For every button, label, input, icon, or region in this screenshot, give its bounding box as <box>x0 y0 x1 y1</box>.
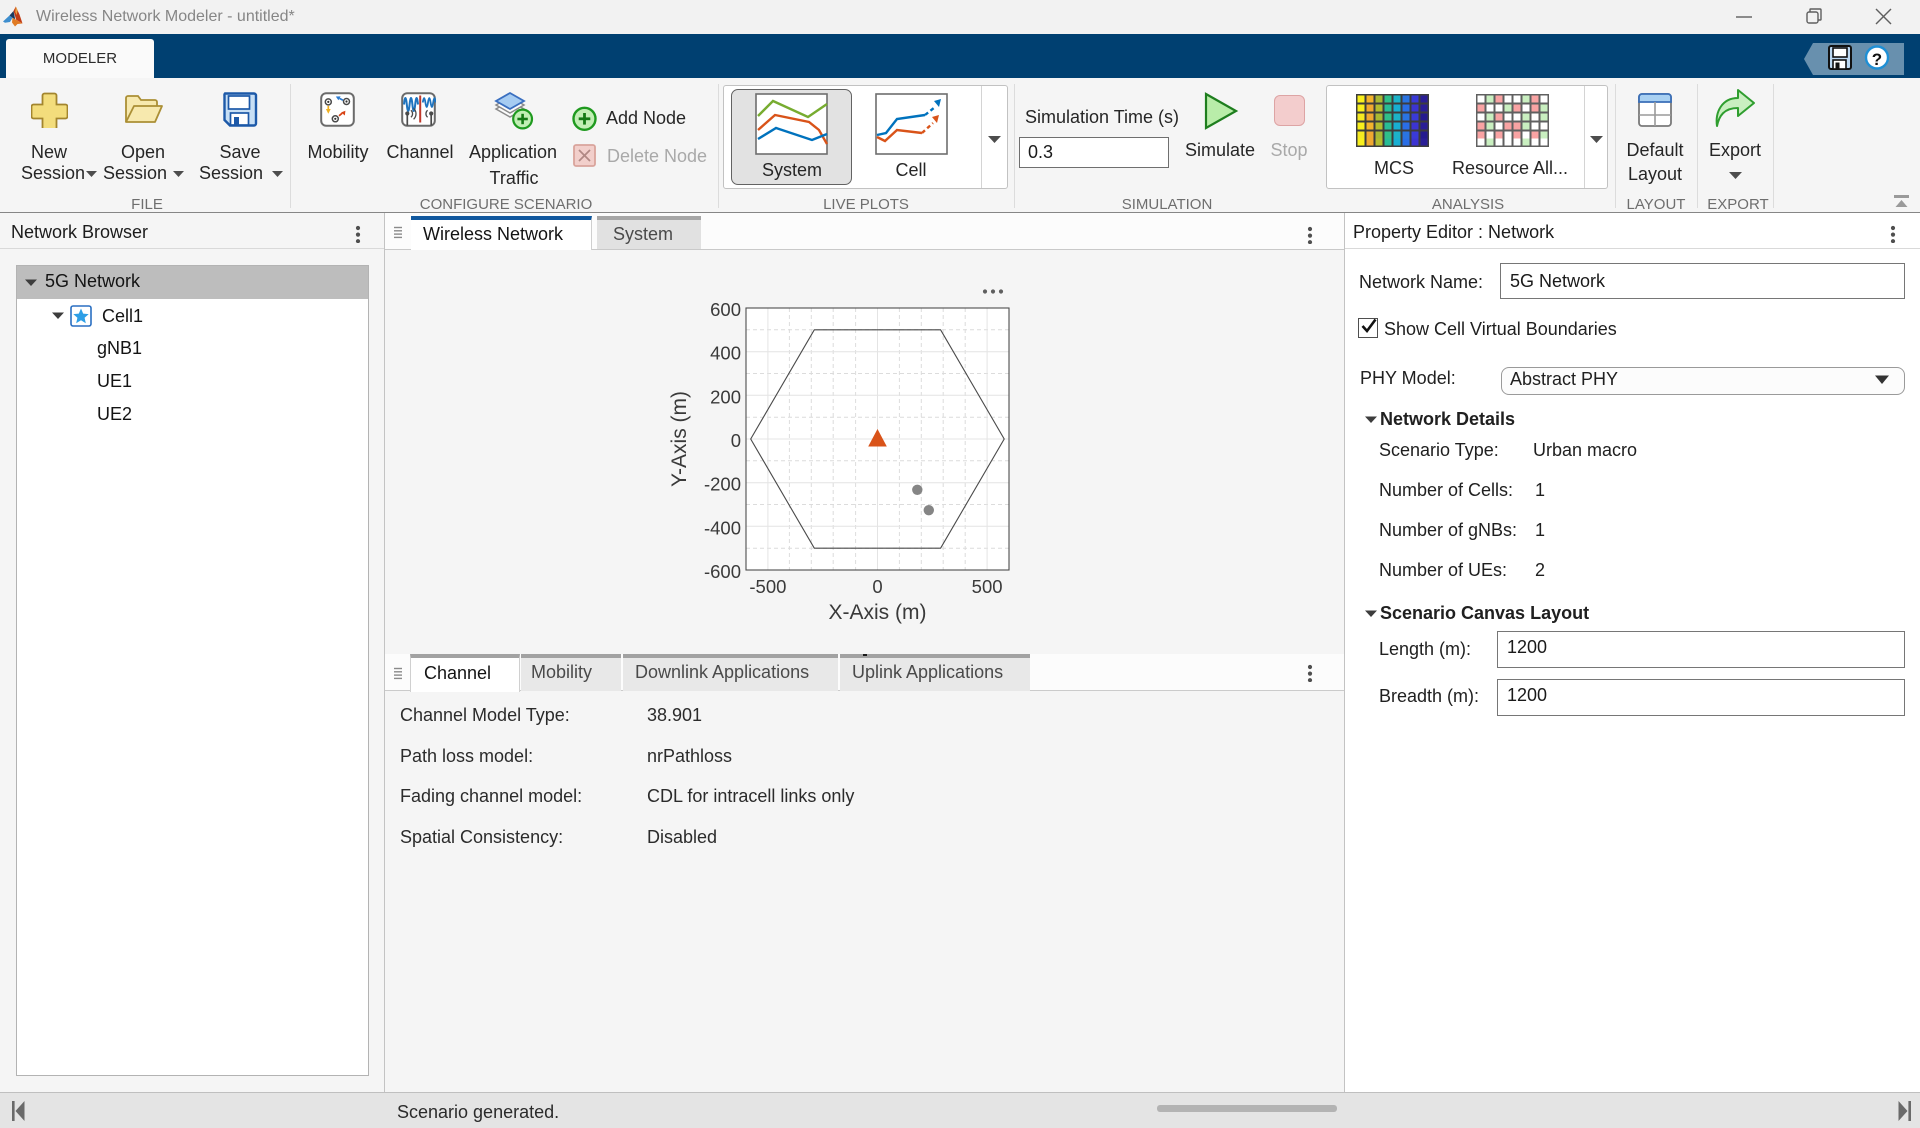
svg-text:0: 0 <box>731 430 741 451</box>
svg-text:?: ? <box>1872 50 1882 69</box>
svg-text:500: 500 <box>972 576 1003 597</box>
svg-text:0: 0 <box>872 576 882 597</box>
svg-text:-200: -200 <box>704 474 741 495</box>
svg-text:-400: -400 <box>704 517 741 538</box>
svg-text:-600: -600 <box>704 561 741 582</box>
svg-text:-500: -500 <box>749 576 786 597</box>
svg-text:600: 600 <box>710 299 741 320</box>
svg-text:Y-Axis (m): Y-Axis (m) <box>668 391 691 487</box>
svg-text:200: 200 <box>710 386 741 407</box>
svg-text:400: 400 <box>710 343 741 364</box>
svg-text:X-Axis (m): X-Axis (m) <box>829 601 927 624</box>
